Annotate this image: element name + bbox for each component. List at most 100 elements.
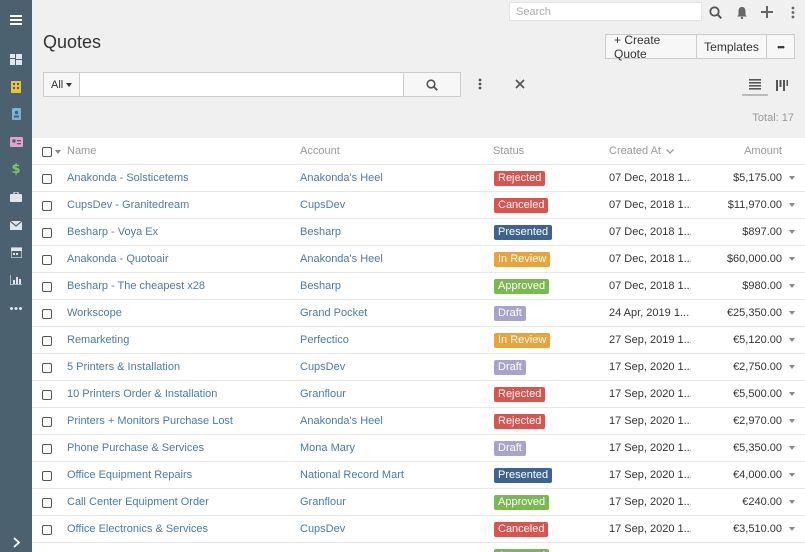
row-actions-caret-icon[interactable] <box>789 446 795 450</box>
quote-name-link[interactable]: Office Electronics & Services <box>67 523 292 535</box>
account-link[interactable]: CupsDev <box>300 523 485 535</box>
briefcase-icon[interactable] <box>0 185 32 209</box>
account-link[interactable]: Anakonda's Heel <box>300 172 485 184</box>
row-checkbox[interactable] <box>42 363 52 373</box>
more-icon[interactable] <box>0 296 32 320</box>
filter-preset-select[interactable]: All <box>43 72 80 97</box>
row-checkbox[interactable] <box>42 201 52 211</box>
table-row[interactable]: Anakonda - Quotoair Anakonda's Heel In Rev… <box>32 246 805 273</box>
menu-icon[interactable] <box>0 8 32 32</box>
account-link[interactable]: Mona Mary <box>300 442 485 454</box>
row-actions-caret-icon[interactable] <box>789 365 795 369</box>
quote-name-link[interactable]: CupsDev - Granitedream <box>67 199 292 211</box>
more-actions-button[interactable]: ••• <box>767 34 795 59</box>
account-link[interactable]: National Record Mart <box>300 469 485 481</box>
row-actions-caret-icon[interactable] <box>789 338 795 342</box>
quote-name-link[interactable]: Anakonda - Solsticetems <box>67 172 292 184</box>
row-actions-caret-icon[interactable] <box>789 500 795 504</box>
row-checkbox[interactable] <box>42 282 52 292</box>
row-checkbox[interactable] <box>42 255 52 265</box>
row-checkbox[interactable] <box>42 390 52 400</box>
col-name[interactable]: Name <box>67 145 96 157</box>
select-all-caret-icon[interactable] <box>55 150 61 154</box>
table-row[interactable]: Printers + Monitors Purchase Lost Anakond… <box>32 408 805 435</box>
row-checkbox[interactable] <box>42 525 52 535</box>
table-row[interactable]: CupsDev - Granitedream CupsDev Canceled 07 … <box>32 192 805 219</box>
row-checkbox[interactable] <box>42 417 52 427</box>
calendar-icon[interactable] <box>0 240 32 264</box>
account-link[interactable]: Grand Pocket <box>300 307 485 319</box>
table-row[interactable]: 10 Printers Order & Installation Granflou… <box>32 381 805 408</box>
quote-name-link[interactable]: 10 Printers Order & Installation <box>67 388 292 400</box>
table-row[interactable]: Approved <box>32 543 805 552</box>
filter-search-button[interactable] <box>404 72 461 97</box>
col-account[interactable]: Account <box>300 145 340 157</box>
bell-icon[interactable] <box>733 3 751 21</box>
table-row[interactable]: Call Center Equipment Order Granflour Appr… <box>32 489 805 516</box>
account-link[interactable]: Granflour <box>300 496 485 508</box>
row-actions-caret-icon[interactable] <box>789 203 795 207</box>
quote-name-link[interactable]: Anakonda - Quotoair <box>67 253 292 265</box>
table-row[interactable]: Remarketing Perfectico In Review 27 Sep, 20… <box>32 327 805 354</box>
table-row[interactable]: Phone Purchase & Services Mona Mary Draft 1… <box>32 435 805 462</box>
contact-icon[interactable] <box>0 102 32 126</box>
quote-name-link[interactable]: Workscope <box>67 307 292 319</box>
create-quote-button[interactable]: + Create Quote <box>605 33 697 61</box>
quote-name-link[interactable]: Printers + Monitors Purchase Lost <box>67 415 292 427</box>
table-row[interactable]: Workscope Grand Pocket Draft 24 Apr, 2019 1… <box>32 300 805 327</box>
row-actions-caret-icon[interactable] <box>789 257 795 261</box>
expand-icon[interactable] <box>0 530 32 552</box>
global-search-input[interactable] <box>509 2 702 21</box>
chart-icon[interactable] <box>0 268 32 292</box>
row-checkbox[interactable] <box>42 309 52 319</box>
row-checkbox[interactable] <box>42 228 52 238</box>
row-checkbox[interactable] <box>42 444 52 454</box>
row-checkbox[interactable] <box>42 336 52 346</box>
col-status[interactable]: Status <box>493 145 524 157</box>
account-link[interactable]: Anakonda's Heel <box>300 253 485 265</box>
id-card-icon[interactable] <box>0 130 32 154</box>
quote-name-link[interactable]: Remarketing <box>67 334 292 346</box>
search-icon[interactable] <box>706 3 724 21</box>
row-actions-caret-icon[interactable] <box>789 527 795 531</box>
quote-name-link[interactable]: Besharp - Voya Ex <box>67 226 292 238</box>
dashboard-icon[interactable] <box>0 47 32 71</box>
col-amount[interactable]: Amount <box>744 145 782 157</box>
plus-icon[interactable] <box>758 3 776 21</box>
account-link[interactable]: Granflour <box>300 388 485 400</box>
row-actions-caret-icon[interactable] <box>789 473 795 477</box>
account-link[interactable]: Perfectico <box>300 334 485 346</box>
row-actions-caret-icon[interactable] <box>789 284 795 288</box>
quote-name-link[interactable]: Phone Purchase & Services <box>67 442 292 454</box>
table-row[interactable]: Besharp - Voya Ex Besharp Presented 07 Dec,… <box>32 219 805 246</box>
templates-button[interactable]: Templates <box>697 34 767 59</box>
quote-name-link[interactable]: Call Center Equipment Order <box>67 496 292 508</box>
account-link[interactable]: Besharp <box>300 280 485 292</box>
account-link[interactable]: CupsDev <box>300 199 485 211</box>
table-row[interactable]: Office Electronics & Services CupsDev Canc… <box>32 516 805 543</box>
envelope-icon[interactable] <box>0 213 32 237</box>
building-icon[interactable] <box>0 75 32 99</box>
quote-name-link[interactable]: Office Equipment Repairs <box>67 469 292 481</box>
table-row[interactable]: 5 Printers & Installation CupsDev Draft 17 … <box>32 354 805 381</box>
row-checkbox[interactable] <box>42 174 52 184</box>
reset-filter-icon[interactable] <box>513 77 527 91</box>
table-row[interactable]: Anakonda - Solsticetems Anakonda's Heel Re… <box>32 165 805 192</box>
filter-text-input[interactable] <box>80 72 404 97</box>
dollar-icon[interactable]: $ <box>0 157 32 181</box>
row-actions-caret-icon[interactable] <box>789 311 795 315</box>
list-view-toggle[interactable] <box>742 74 768 96</box>
row-checkbox[interactable] <box>42 471 52 481</box>
account-link[interactable]: Besharp <box>300 226 485 238</box>
row-actions-caret-icon[interactable] <box>789 176 795 180</box>
quote-name-link[interactable]: Besharp - The cheapest x28 <box>67 280 292 292</box>
filter-menu-icon[interactable] <box>474 77 486 91</box>
vertical-dots-icon[interactable] <box>784 3 802 21</box>
account-link[interactable]: Anakonda's Heel <box>300 415 485 427</box>
table-row[interactable]: Besharp - The cheapest x28 Besharp Approve… <box>32 273 805 300</box>
table-row[interactable]: Office Equipment Repairs National Record … <box>32 462 805 489</box>
kanban-view-toggle[interactable] <box>769 74 795 96</box>
row-actions-caret-icon[interactable] <box>789 419 795 423</box>
quote-name-link[interactable]: 5 Printers & Installation <box>67 361 292 373</box>
row-checkbox[interactable] <box>42 498 52 508</box>
